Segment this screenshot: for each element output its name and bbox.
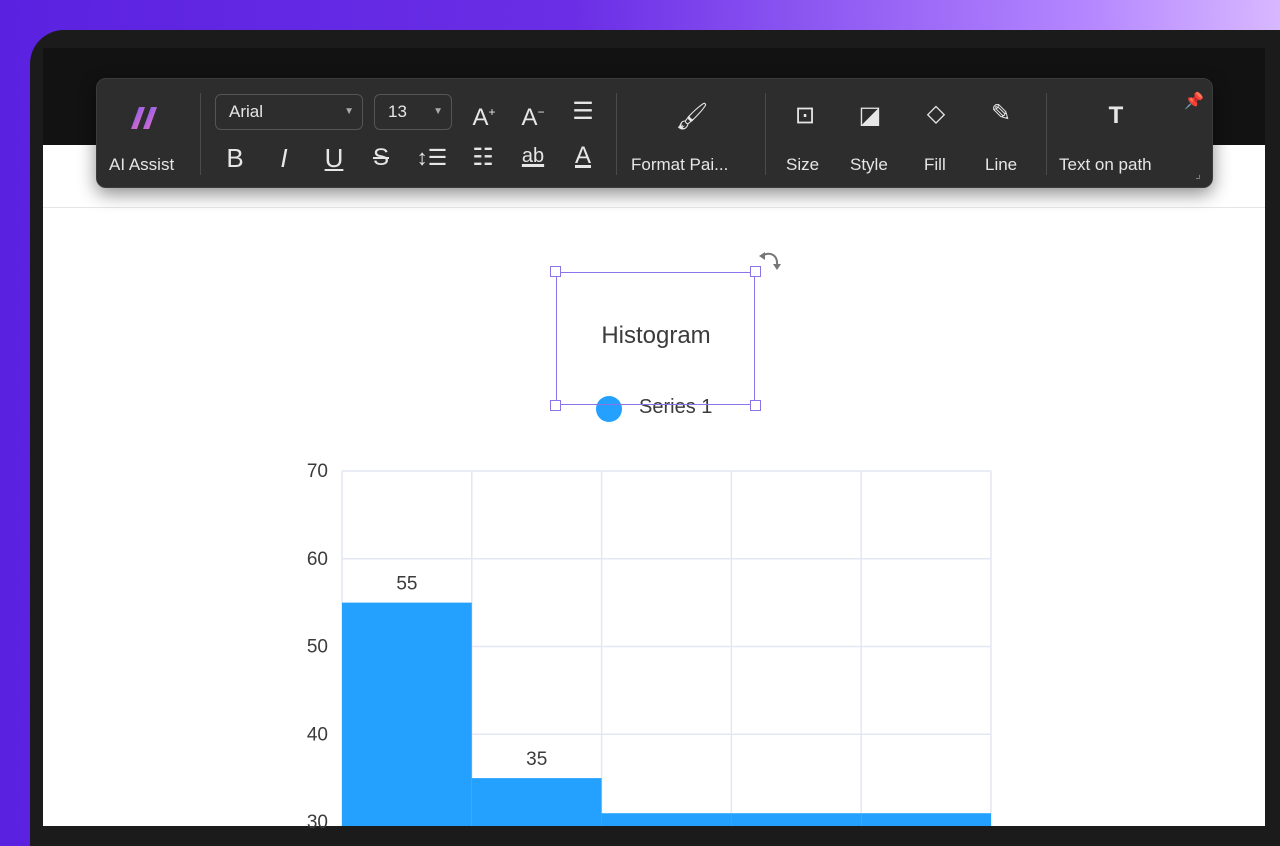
size-label[interactable]: Size	[786, 155, 819, 175]
text-highlight-icon[interactable]: ab	[516, 141, 550, 171]
y-tick-label: 40	[307, 724, 328, 745]
line-pen-icon[interactable]: ✎	[984, 99, 1018, 129]
rotate-icon[interactable]	[758, 249, 784, 275]
resize-handle-top-left[interactable]	[550, 266, 561, 277]
histogram-bar	[861, 813, 991, 826]
italic-icon[interactable]: I	[267, 143, 301, 173]
text-on-path-label[interactable]: Text on path	[1059, 155, 1152, 175]
font-family-dropdown[interactable]: Arial ▼	[215, 94, 363, 130]
bold-icon[interactable]: B	[218, 143, 252, 173]
text-on-path-icon[interactable]: T	[1099, 101, 1133, 131]
underline-icon[interactable]: U	[317, 143, 351, 173]
decrease-font-icon[interactable]: A−	[516, 97, 550, 133]
divider	[200, 93, 201, 175]
ai-assist-label[interactable]: AI Assist	[109, 155, 174, 175]
line-spacing-icon[interactable]: ↕☰	[415, 143, 449, 173]
collapse-corner-icon[interactable]: ⌟	[1181, 159, 1215, 189]
resize-handle-bottom-left[interactable]	[550, 400, 561, 411]
divider	[765, 93, 766, 175]
data-label: 35	[526, 749, 547, 770]
histogram-bar	[731, 813, 862, 826]
floating-toolbar: AI Assist Arial ▼ 13 ▼ A+ A− ☰ B I U S ↕…	[96, 78, 1213, 188]
style-label[interactable]: Style	[850, 155, 888, 175]
histogram-bar	[342, 602, 472, 826]
resize-handle-bottom-right[interactable]	[750, 400, 761, 411]
strikethrough-icon[interactable]: S	[364, 143, 398, 173]
size-icon[interactable]: ⊡	[788, 101, 822, 131]
histogram-bar	[471, 778, 602, 826]
bullet-list-icon[interactable]: ☷	[466, 143, 500, 173]
data-label: 55	[396, 574, 417, 595]
font-color-icon[interactable]: A	[566, 141, 600, 171]
pin-icon[interactable]: 📌	[1177, 87, 1211, 117]
chart-bars	[342, 602, 991, 826]
style-icon[interactable]: ◪	[853, 101, 887, 131]
y-tick-label: 70	[307, 461, 328, 482]
line-label[interactable]: Line	[985, 155, 1017, 175]
divider	[616, 93, 617, 175]
selection-box[interactable]	[556, 272, 755, 405]
chevron-down-icon: ▼	[433, 106, 443, 117]
font-size-dropdown[interactable]: 13 ▼	[374, 94, 452, 130]
font-size-value: 13	[388, 102, 407, 121]
fill-bucket-icon[interactable]: ◇	[919, 99, 953, 129]
y-tick-label: 50	[307, 637, 328, 658]
y-axis-ticks: 70 60 50 40 30	[307, 461, 328, 833]
fill-label[interactable]: Fill	[924, 155, 946, 175]
histogram-bar	[601, 813, 732, 826]
ai-assist-button[interactable]	[125, 101, 165, 142]
y-tick-label: 60	[307, 549, 328, 570]
font-family-value: Arial	[229, 102, 264, 121]
align-text-icon[interactable]: ☰	[566, 97, 600, 127]
format-painter-label[interactable]: Format Pai...	[631, 155, 728, 175]
y-tick-label: 30	[307, 812, 328, 833]
chevron-down-icon: ▼	[344, 106, 354, 117]
format-painter-icon[interactable]: 🖌	[675, 101, 709, 131]
ai-assist-icon	[131, 107, 157, 129]
increase-font-icon[interactable]: A+	[467, 97, 501, 133]
divider	[1046, 93, 1047, 175]
